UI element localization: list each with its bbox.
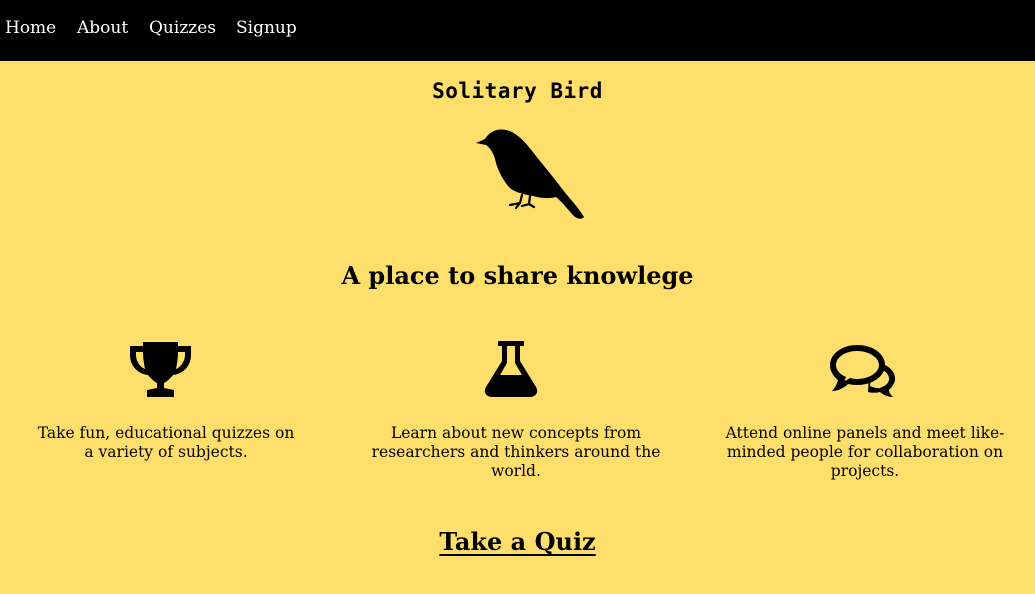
feature-quizzes-text: Take fun, educational quizzes on a varie…: [37, 424, 295, 461]
flask-icon: [484, 341, 538, 397]
feature-concepts-text: Learn about new concepts from researcher…: [371, 424, 661, 480]
trophy-icon: [130, 342, 191, 397]
feature-panels-text: Attend online panels and meet like-minde…: [725, 424, 1005, 480]
tagline: A place to share knowlege: [341, 261, 694, 290]
nav-about-link[interactable]: About: [77, 17, 128, 39]
cta-container: Take a Quiz: [0, 526, 1035, 558]
bird-logo-icon: [476, 129, 584, 219]
nav-home-link[interactable]: Home: [5, 17, 56, 39]
navbar: Home About Quizzes Signup: [0, 0, 1035, 61]
nav-quizzes-link[interactable]: Quizzes: [149, 17, 216, 39]
nav-signup-link[interactable]: Signup: [236, 17, 297, 39]
comments-icon: [830, 345, 896, 397]
site-title: Solitary Bird: [432, 79, 603, 103]
take-quiz-link[interactable]: Take a Quiz: [439, 527, 595, 556]
